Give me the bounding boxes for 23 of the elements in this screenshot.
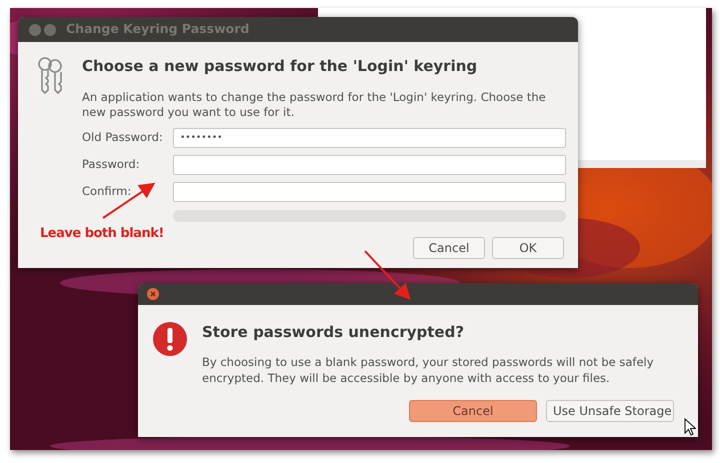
field-label: Password:	[82, 156, 141, 173]
password-field[interactable]: ••••••••	[173, 128, 566, 148]
warning-icon	[152, 321, 188, 357]
close-icon	[150, 291, 156, 297]
dialog-description: An application wants to change the password for the 'Login' keyring. Choose the new password you want to use for it.	[82, 90, 547, 120]
annotation-text: Leave both blank!	[40, 225, 164, 243]
mouse-pointer-icon	[684, 418, 696, 436]
dialog-button[interactable]: Use Unsafe Storage	[546, 400, 674, 422]
window-title: Change Keyring Password	[66, 20, 250, 38]
dialog-heading: Store passwords unencrypted?	[202, 322, 466, 343]
dialog-button[interactable]: OK	[492, 236, 564, 258]
dialog-description: By choosing to use a blank password, your stored passwords will not be safely encrypted. They will be accessible by anyone with access to your files.	[202, 354, 655, 386]
dialog-button[interactable]: Cancel	[409, 400, 537, 422]
field-label: Confirm:	[82, 182, 132, 200]
annotation-arrow	[364, 250, 411, 300]
close-button[interactable]	[147, 288, 159, 300]
password-field[interactable]	[173, 154, 566, 174]
dialog-heading: Choose a new password for the 'Login' keyring	[82, 56, 478, 77]
field-label: Old Password:	[82, 128, 164, 146]
minimize-button[interactable]	[44, 24, 56, 36]
password-field[interactable]	[173, 182, 566, 202]
dialog-button[interactable]: Cancel	[413, 236, 485, 258]
close-button[interactable]	[29, 24, 41, 36]
